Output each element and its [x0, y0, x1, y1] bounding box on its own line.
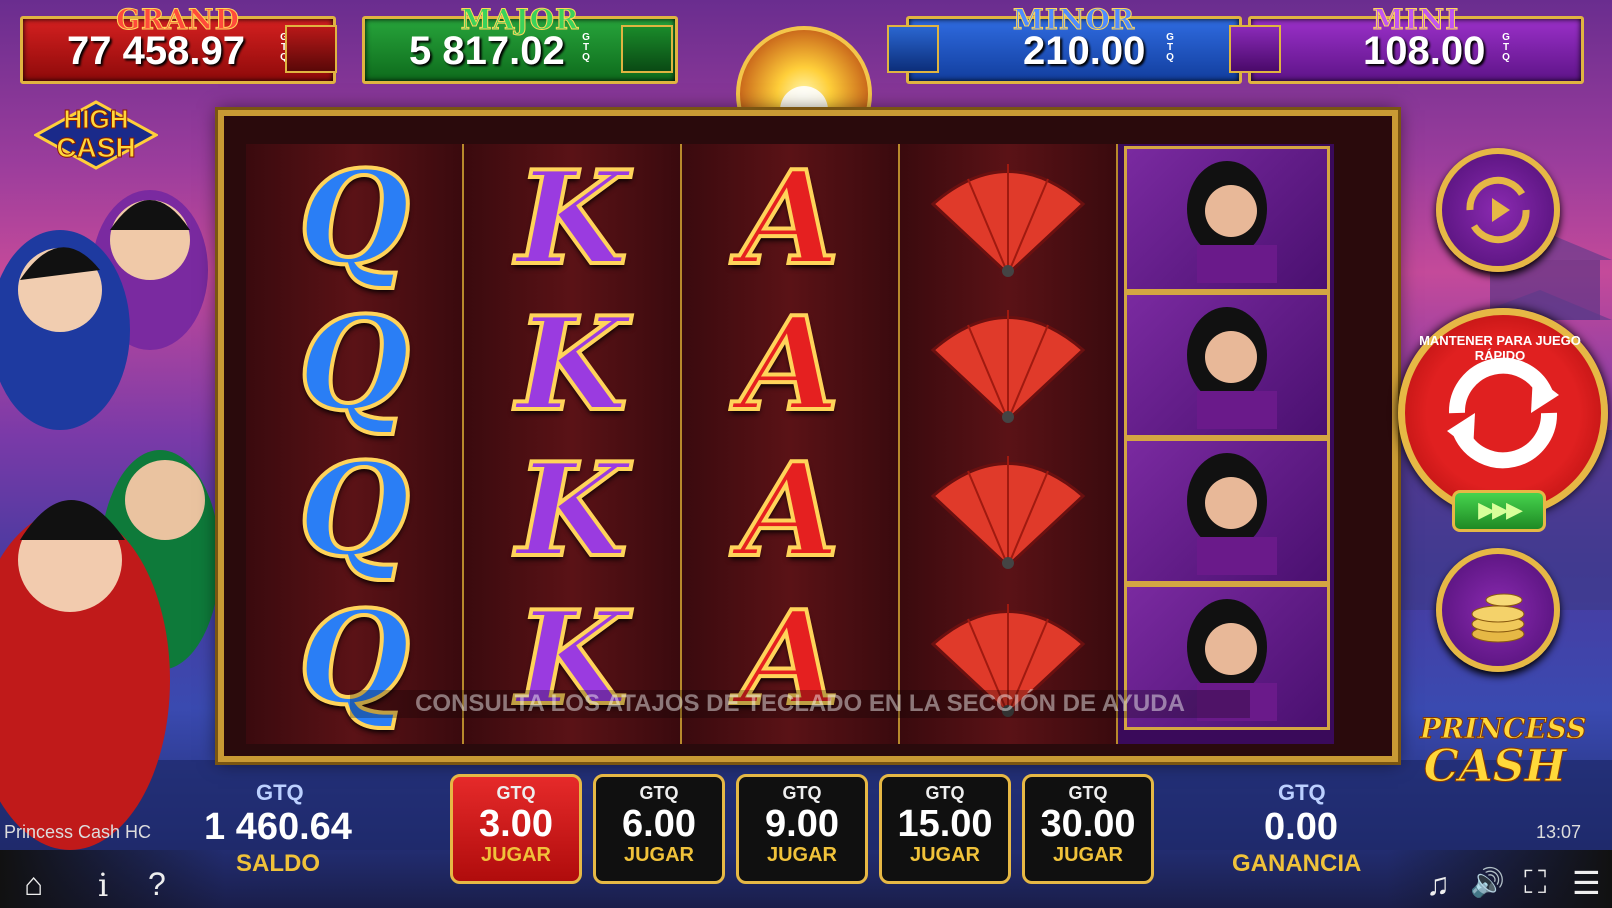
symbol-q: Q [296, 434, 412, 588]
jackpot-minor: MINOR 210.00 GTQ [887, 3, 1242, 84]
bet-option-1[interactable]: GTQ 3.00 JUGAR [450, 774, 582, 884]
bet-currency: GTQ [496, 783, 536, 803]
jackpot-mini-value: 108.00 [1363, 29, 1486, 73]
reel-1: Q Q Q Q [246, 142, 465, 744]
symbol-a: A [738, 288, 841, 442]
win-currency: GTQ [1278, 780, 1326, 805]
spin-button-text: MANTENER PARA JUEGO RÁPIDO [1419, 333, 1581, 363]
symbol-k: K [514, 434, 629, 588]
info-icon[interactable]: i [98, 866, 108, 904]
jackpot-mini-currency: GTQ [1502, 32, 1510, 63]
jackpot-major: MAJOR 5 817.02 GTQ [362, 3, 678, 84]
bet-value: 6.00 [622, 803, 696, 845]
fan-icon [900, 144, 1116, 294]
jackpot-mini: MINI 108.00 GTQ [1229, 3, 1584, 84]
jackpot-major-value: 5 817.02 [409, 29, 565, 73]
symbol-q: Q [296, 288, 412, 442]
music-icon[interactable]: ♫ [1426, 866, 1450, 903]
balance-value: 1 460.64 [204, 806, 352, 848]
jackpot-grand: GRAND 77 458.97 GTQ [20, 3, 337, 84]
bet-currency: GTQ [639, 783, 679, 803]
bet-option-3[interactable]: GTQ 9.00 JUGAR [736, 774, 868, 884]
princess-symbol-icon [1124, 292, 1330, 438]
symbol-a: A [738, 142, 841, 296]
bet-value: 15.00 [897, 803, 993, 845]
bet-value: 9.00 [765, 803, 839, 845]
princess-cash-logo: PRINCESS CASH [1420, 712, 1587, 792]
home-icon[interactable]: ⌂ [24, 866, 43, 903]
bet-coins-button[interactable] [1436, 548, 1560, 672]
help-icon[interactable]: ? [148, 866, 166, 903]
bet-currency: GTQ [1068, 783, 1108, 803]
reel-2: K K K K [464, 142, 683, 744]
keyboard-shortcuts-hint: CONSULTA LOS ATAJOS DE TECLADO EN LA SEC… [350, 690, 1250, 718]
win-value: 0.00 [1264, 806, 1338, 848]
jackpot-minor-currency: GTQ [1166, 32, 1174, 63]
bet-label: JUGAR [1052, 844, 1123, 866]
reel-frame: Q Q Q Q K K K K A A A A [218, 110, 1398, 762]
symbol-q: Q [296, 142, 412, 296]
fan-icon [900, 290, 1116, 440]
symbol-k: K [514, 142, 629, 296]
reel-4 [900, 144, 1119, 744]
high-cash-logo-word-1: HIGH [63, 104, 129, 135]
jackpot-grand-value: 77 458.97 [67, 29, 245, 73]
game-name: Princess Cash HC [4, 822, 152, 842]
balance-currency: GTQ [256, 780, 304, 805]
fullscreen-icon[interactable]: ⛶ [1524, 864, 1546, 902]
princesses-artwork [0, 190, 216, 850]
grand-princess-portrait-icon [285, 25, 337, 73]
bet-value: 3.00 [479, 803, 553, 845]
autoplay-button[interactable] [1436, 148, 1560, 272]
bet-label: JUGAR [766, 844, 837, 866]
bet-currency: GTQ [782, 783, 822, 803]
clock: 13:07 [1536, 822, 1582, 842]
fan-icon [900, 436, 1116, 586]
balance-label: SALDO [236, 850, 320, 877]
turbo-button[interactable]: ▶▶▶ [1452, 490, 1546, 532]
sound-icon[interactable]: 🔊 [1470, 866, 1505, 899]
jackpot-major-currency: GTQ [582, 32, 590, 63]
coins-icon [1471, 593, 1525, 643]
major-princess-portrait-icon [621, 25, 673, 73]
bet-option-4[interactable]: GTQ 15.00 JUGAR [879, 774, 1011, 884]
jackpot-minor-value: 210.00 [1023, 29, 1146, 73]
princess-symbol-icon [1124, 438, 1330, 584]
menu-icon[interactable]: ☰ [1572, 864, 1601, 902]
symbol-a: A [738, 434, 841, 588]
bet-currency: GTQ [925, 783, 965, 803]
reel-5 [1118, 144, 1334, 744]
autoplay-icon [1466, 176, 1530, 244]
spin-button[interactable]: MANTENER PARA JUEGO RÁPIDO [1398, 308, 1608, 518]
symbol-k: K [514, 288, 629, 442]
bet-option-2[interactable]: GTQ 6.00 JUGAR [593, 774, 725, 884]
bet-label: JUGAR [909, 844, 980, 866]
reel-3: A A A A [682, 142, 901, 744]
bet-label: JUGAR [480, 844, 551, 866]
bet-value: 30.00 [1040, 803, 1136, 845]
princess-symbol-icon [1124, 146, 1330, 292]
bet-option-5[interactable]: GTQ 30.00 JUGAR [1022, 774, 1154, 884]
win-label: GANANCIA [1232, 850, 1362, 877]
bet-label: JUGAR [623, 844, 694, 866]
princess-cash-logo-word-2: CASH [1423, 741, 1567, 792]
